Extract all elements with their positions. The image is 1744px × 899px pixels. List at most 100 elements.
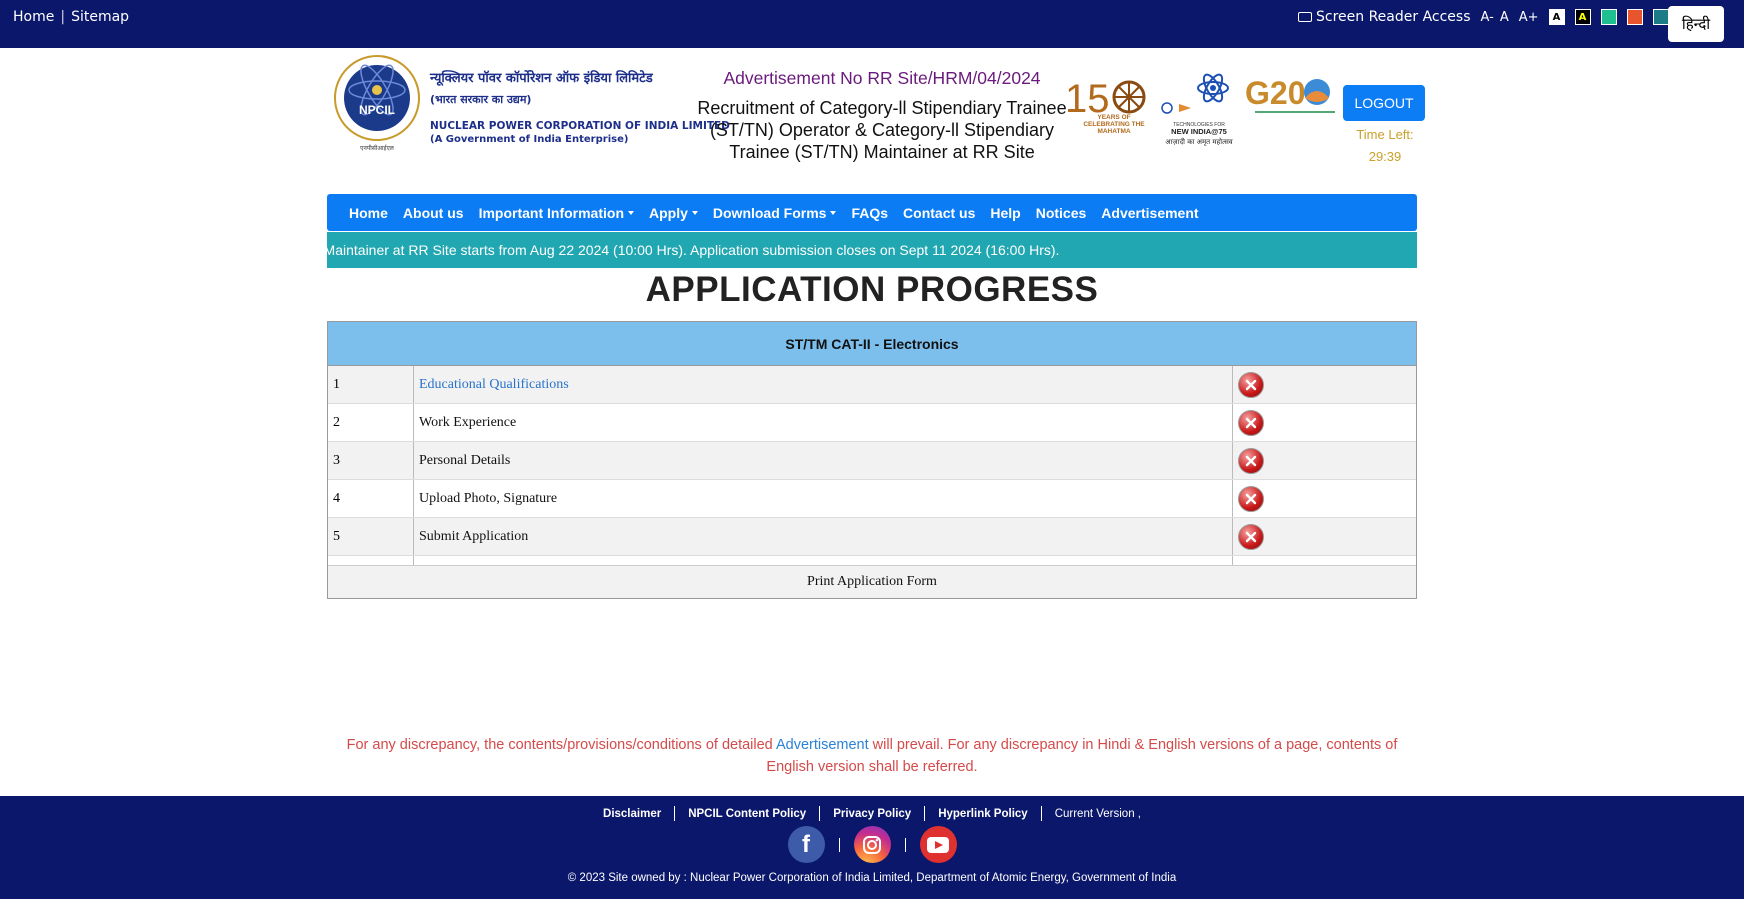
nav-about-us[interactable]: About us	[403, 205, 464, 221]
session-timer: Time Left: 29:39	[1345, 124, 1425, 168]
nav-advertisement[interactable]: Advertisement	[1101, 205, 1198, 221]
footer-links: Disclaimer NPCIL Content Policy Privacy …	[0, 806, 1744, 821]
step-status	[1233, 366, 1416, 403]
top-utility-bar: Home | Sitemap Screen Reader Access A- A…	[0, 0, 1744, 48]
ticker-text: ) Maintainer at RR Site starts from Aug …	[327, 242, 1060, 258]
step-number: 4	[328, 480, 414, 517]
table-row: 1 Educational Qualifications	[328, 366, 1416, 404]
nav-help[interactable]: Help	[990, 205, 1020, 221]
caret-down-icon	[628, 210, 634, 215]
nav-important-information[interactable]: Important Information	[479, 205, 634, 221]
npcil-emblem-logo: NPCIL एनपीसीआईएल	[334, 55, 420, 152]
accessibility-controls: Screen Reader Access A- A A+ A A	[1298, 9, 1669, 25]
svg-text:आज़ादी का अमृत महोत्सव: आज़ादी का अमृत महोत्सव	[1165, 137, 1233, 146]
step-label: Submit Application	[414, 518, 1233, 555]
caret-down-icon	[830, 210, 837, 215]
screen-reader-label: Screen Reader Access	[1316, 9, 1471, 25]
step-number: 1	[328, 366, 414, 403]
application-progress-table: ST/TM CAT-II - Electronics 1 Educational…	[327, 321, 1417, 599]
footer-link-privacy-policy[interactable]: Privacy Policy	[820, 808, 924, 820]
theme-teal-button[interactable]	[1652, 9, 1669, 25]
footer-link-hyperlink-policy[interactable]: Hyperlink Policy	[925, 808, 1040, 820]
nav-label: Help	[990, 204, 1021, 221]
recruitment-title: Recruitment of Category-ll Stipendiary T…	[697, 98, 1067, 162]
site-header: NPCIL एनपीसीआईएल न्यूक्लियर पॉवर कॉर्पोर…	[327, 48, 1425, 193]
step-status	[1233, 480, 1416, 517]
org-name-hindi: न्यूक्लियर पॉवर कॉर्पोरेशन ऑफ इंडिया लिम…	[430, 71, 653, 86]
page-title: APPLICATION PROGRESS	[645, 270, 1099, 309]
step-label: Upload Photo, Signature	[414, 480, 1233, 517]
footer-link-disclaimer[interactable]: Disclaimer	[590, 808, 674, 820]
spacer-cell	[414, 556, 1233, 565]
theme-dark-button[interactable]: A	[1574, 9, 1591, 25]
nav-faqs[interactable]: FAQs	[851, 205, 888, 221]
time-left-value: 29:39	[1368, 149, 1402, 164]
theme-green-button[interactable]	[1600, 9, 1617, 25]
footer-link-content-policy[interactable]: NPCIL Content Policy	[675, 808, 819, 820]
divider	[904, 837, 906, 852]
table-spacer-row	[328, 556, 1416, 565]
incomplete-x-icon	[1238, 409, 1264, 436]
org-subtitle-english: (A Government of India Enterprise)	[430, 134, 629, 145]
nav-label: Download Forms	[712, 204, 827, 221]
font-normal-button[interactable]: A	[1500, 10, 1509, 25]
incomplete-x-icon	[1238, 523, 1264, 550]
table-row: 2 Work Experience	[328, 404, 1416, 442]
svg-text:G20: G20	[1245, 75, 1305, 111]
step-number: 5	[328, 518, 414, 555]
nav-home[interactable]: Home	[349, 205, 388, 221]
social-links: f	[0, 826, 1744, 863]
logout-button[interactable]: LOGOUT	[1343, 85, 1425, 121]
copyright-text: © 2023 Site owned by : Nuclear Power Cor…	[567, 872, 1177, 884]
new-india-75-logo: TECHNOLOGIES FOR NEW INDIA@75 आज़ादी का …	[1161, 73, 1233, 146]
spacer-cell	[1233, 556, 1416, 565]
font-decrease-button[interactable]: A-	[1481, 10, 1494, 25]
nav-notices[interactable]: Notices	[1036, 205, 1087, 221]
screen-reader-link[interactable]: Screen Reader Access	[1298, 9, 1471, 25]
nav-label: FAQs	[851, 204, 889, 221]
theme-orange-button[interactable]	[1626, 9, 1643, 25]
disclaimer-text: For any discrepancy, the contents/provis…	[346, 737, 776, 753]
org-name-english: NUCLEAR POWER CORPORATION OF INDIA LIMIT…	[430, 120, 730, 132]
step-number: 2	[328, 404, 414, 441]
svg-text:एनपीसीआईएल: एनपीसीआईएल	[360, 144, 395, 152]
step-label: Work Experience	[414, 404, 1233, 441]
nav-label: Notices	[1035, 204, 1087, 221]
theme-light-button[interactable]: A	[1548, 9, 1565, 25]
nav-label: Contact us	[903, 204, 976, 221]
home-link[interactable]: Home	[13, 9, 54, 25]
sitemap-link[interactable]: Sitemap	[71, 9, 129, 25]
nav-apply[interactable]: Apply	[649, 205, 698, 221]
instagram-icon[interactable]	[853, 826, 891, 863]
language-toggle-button[interactable]: हिन्दी	[1668, 6, 1724, 42]
step-link-educational-qualifications[interactable]: Educational Qualifications	[414, 366, 1233, 403]
screen-reader-icon	[1298, 12, 1312, 22]
table-title: ST/TM CAT-II - Electronics	[328, 322, 1416, 366]
nav-label: Important Information	[478, 204, 624, 221]
g20-logo: G20	[1245, 75, 1335, 113]
youtube-icon[interactable]	[919, 826, 957, 863]
disclaimer-notice: For any discrepancy, the contents/provis…	[327, 734, 1417, 778]
step-status	[1233, 404, 1416, 441]
incomplete-x-icon	[1238, 371, 1264, 398]
divider	[838, 837, 840, 852]
current-version: Current Version ,	[1054, 807, 1141, 820]
gandhi-150-caption: YEARS OF CELEBRATING THE MAHATMA	[1083, 114, 1145, 135]
nav-download-forms[interactable]: Download Forms	[713, 205, 837, 221]
facebook-icon[interactable]: f	[787, 826, 825, 863]
table-row: 4 Upload Photo, Signature	[328, 480, 1416, 518]
step-label: Personal Details	[414, 442, 1233, 479]
font-increase-button[interactable]: A+	[1519, 10, 1539, 25]
nav-contact-us[interactable]: Contact us	[903, 205, 975, 221]
print-application-button[interactable]: Print Application Form	[328, 565, 1416, 598]
table-row: 5 Submit Application	[328, 518, 1416, 556]
table-body: 1 Educational Qualifications 2 Work Expe…	[328, 366, 1416, 556]
nav-label: Apply	[649, 204, 688, 221]
announcement-ticker: ) Maintainer at RR Site starts from Aug …	[327, 232, 1417, 268]
advertisement-link[interactable]: Advertisement	[776, 737, 869, 753]
quick-links: Home | Sitemap	[13, 9, 129, 25]
svg-text:NPCIL: NPCIL	[359, 103, 395, 117]
table-row: 3 Personal Details	[328, 442, 1416, 480]
site-footer: Disclaimer NPCIL Content Policy Privacy …	[0, 796, 1744, 899]
nav-label: Advertisement	[1101, 204, 1199, 221]
